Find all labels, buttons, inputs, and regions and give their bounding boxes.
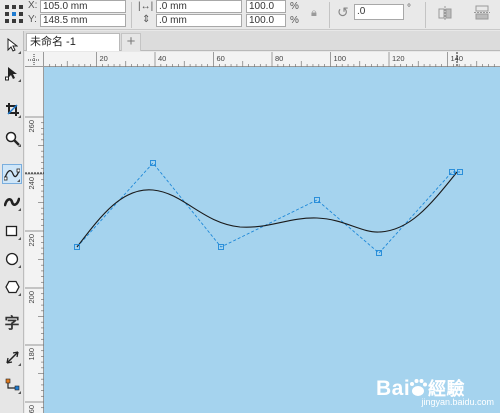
ruler-label: 120: [392, 54, 405, 63]
property-bar: X: 105.0 mm Y: 148.5 mm |↔| .0 mm ⇕ .0 m…: [0, 0, 500, 30]
crop-tool-icon[interactable]: [2, 99, 22, 119]
rectangle-tool-icon[interactable]: [2, 221, 22, 241]
ruler-label: 220: [27, 234, 36, 247]
document-tab-bar: 未命名 -1 +: [24, 31, 500, 51]
ruler-label: 160: [27, 405, 36, 413]
corel-draw-window: X: 105.0 mm Y: 148.5 mm |↔| .0 mm ⇕ .0 m…: [0, 0, 500, 413]
scale-x-field[interactable]: 100.0: [246, 0, 286, 13]
artistic-media-tool-icon[interactable]: [2, 192, 22, 212]
text-tool-icon[interactable]: 字: [2, 312, 22, 332]
rotate-icon: ↺: [337, 4, 349, 20]
y-position-field[interactable]: 148.5 mm: [40, 14, 126, 27]
x-label: X:: [28, 0, 38, 11]
separator: [329, 2, 330, 28]
lock-ratio-icon[interactable]: 🔒︎: [311, 7, 317, 19]
vertical-ruler[interactable]: 260 240 220 200 180 160: [25, 67, 44, 413]
ruler-origin[interactable]: [25, 52, 44, 67]
toolbox: 字: [0, 31, 24, 413]
ruler-label: 60: [217, 54, 225, 63]
bezier-curve[interactable]: [76, 171, 458, 248]
polygon-tool-icon[interactable]: [2, 277, 22, 297]
ruler-label: 20: [100, 54, 108, 63]
svg-text:Bai: Bai: [376, 377, 410, 399]
separator: [131, 2, 132, 28]
new-document-tab-button[interactable]: +: [121, 33, 141, 51]
ruler-label: 100: [334, 54, 347, 63]
mirror-vertical-icon[interactable]: [474, 5, 490, 26]
drawing-canvas[interactable]: Bai 經驗 jingyan.baidu.com: [44, 67, 500, 413]
bezier-control-line: [76, 162, 460, 254]
horizontal-ruler[interactable]: 20406080100120140160: [44, 52, 500, 67]
ruler-label: 40: [158, 54, 166, 63]
y-label: Y:: [28, 14, 37, 25]
degree-label: °: [407, 3, 411, 14]
pick-tool-icon[interactable]: [2, 35, 22, 55]
svg-text:經驗: 經驗: [428, 378, 465, 399]
percent-x-label: %: [290, 1, 299, 12]
baidu-logo: Bai 經驗: [376, 375, 494, 399]
scale-y-field[interactable]: 100.0: [246, 14, 286, 27]
connector-tool-icon[interactable]: [2, 375, 22, 395]
ruler-label: 180: [27, 348, 36, 361]
width-icon: |↔|: [138, 1, 154, 12]
zoom-tool-icon[interactable]: [2, 128, 22, 148]
dimension-tool-icon[interactable]: [2, 347, 22, 367]
height-icon: ⇕: [142, 14, 151, 25]
ruler-label: 240: [27, 177, 36, 190]
ellipse-tool-icon[interactable]: [2, 249, 22, 269]
object-origin-icon[interactable]: [3, 2, 25, 26]
ruler-label: 260: [27, 120, 36, 133]
mirror-horizontal-icon[interactable]: [438, 5, 452, 26]
shape-tool-icon[interactable]: [2, 63, 22, 83]
separator: [425, 2, 426, 28]
baidu-watermark: Bai 經驗 jingyan.baidu.com: [376, 375, 494, 407]
document-tab[interactable]: 未命名 -1: [26, 33, 120, 51]
ruler-label: 80: [275, 54, 283, 63]
ruler-label: 200: [27, 291, 36, 304]
rotation-angle-field[interactable]: .0: [354, 4, 404, 20]
x-position-field[interactable]: 105.0 mm: [40, 0, 126, 13]
curve-tool-icon[interactable]: [2, 164, 22, 184]
percent-y-label: %: [290, 15, 299, 26]
height-field[interactable]: .0 mm: [156, 14, 242, 27]
width-field[interactable]: .0 mm: [156, 0, 242, 13]
